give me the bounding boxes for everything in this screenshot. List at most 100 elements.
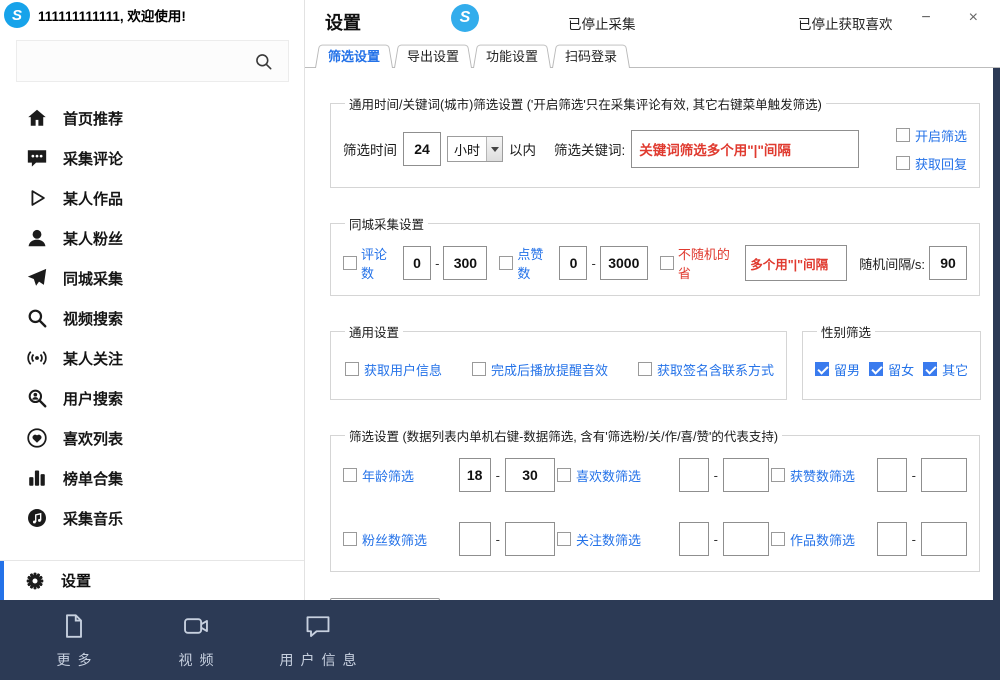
- fieldset-legend: 同城采集设置: [345, 214, 428, 233]
- main-area: 设置 S 已停止采集 已停止获取喜欢 − × 筛选设置 导出设置 功能设置 扫码…: [305, 0, 1000, 600]
- fans-filter-group: 粉丝数筛选 -: [343, 522, 555, 556]
- range-dash: -: [912, 468, 916, 483]
- sidebar-item-collect-comments[interactable]: 采集评论: [0, 138, 304, 178]
- range-dash: -: [591, 256, 595, 271]
- get-user-info-option[interactable]: 获取用户信息: [345, 360, 442, 379]
- get-reply-option[interactable]: 获取回复: [896, 154, 967, 173]
- play-sound-checkbox[interactable]: [472, 362, 486, 376]
- signature-contact-checkbox[interactable]: [638, 362, 652, 376]
- province-input[interactable]: [745, 245, 847, 281]
- chart-icon: [26, 467, 48, 489]
- play-sound-option[interactable]: 完成后播放提醒音效: [472, 360, 608, 379]
- comment-max-input[interactable]: [443, 246, 487, 280]
- sidebar-item-rankings[interactable]: 榜单合集: [0, 458, 304, 498]
- close-button[interactable]: ×: [965, 8, 982, 28]
- other-gender-checkbox[interactable]: [923, 362, 937, 376]
- like-max-input[interactable]: [600, 246, 648, 280]
- get-reply-checkbox[interactable]: [896, 156, 910, 170]
- minimize-button[interactable]: −: [917, 8, 934, 28]
- sidebar-menu: 首页推荐 采集评论 某人作品 某人粉丝 同城采集 视频搜索: [0, 88, 304, 560]
- sidebar-item-city-collect[interactable]: 同城采集: [0, 258, 304, 298]
- enable-filter-option[interactable]: 开启筛选: [896, 126, 967, 145]
- works-max-input[interactable]: [921, 522, 967, 556]
- gender-filter-fieldset: 性别筛选 留男 留女 其它: [802, 322, 981, 400]
- works-filter-group: 作品数筛选 -: [771, 522, 967, 556]
- sidebar-item-user-follows[interactable]: 某人关注: [0, 338, 304, 378]
- search-icon[interactable]: [252, 50, 274, 72]
- sidebar-item-likes-list[interactable]: 喜欢列表: [0, 418, 304, 458]
- random-interval-label: 随机间隔/s:: [859, 254, 925, 273]
- keep-female-checkbox[interactable]: [869, 362, 883, 376]
- search-icon: [26, 307, 48, 329]
- age-max-input[interactable]: [505, 458, 555, 492]
- keep-male-option[interactable]: 留男: [815, 360, 860, 379]
- toolbar-item-video[interactable]: 视频: [158, 612, 234, 670]
- sidebar-item-collect-music[interactable]: 采集音乐: [0, 498, 304, 538]
- age-filter-checkbox[interactable]: [343, 468, 357, 482]
- search-input[interactable]: [16, 40, 289, 82]
- tab-function-settings[interactable]: 功能设置: [473, 42, 551, 68]
- likes-min-input[interactable]: [679, 458, 709, 492]
- follow-max-input[interactable]: [723, 522, 769, 556]
- like-count-checkbox[interactable]: [499, 256, 513, 270]
- comment-min-input[interactable]: [403, 246, 431, 280]
- gear-icon: [24, 570, 46, 592]
- works-filter-checkbox[interactable]: [771, 532, 785, 546]
- fans-min-input[interactable]: [459, 522, 491, 556]
- enable-filter-checkbox[interactable]: [896, 128, 910, 142]
- sidebar-item-video-search[interactable]: 视频搜索: [0, 298, 304, 338]
- tab-qr-login[interactable]: 扫码登录: [552, 42, 630, 68]
- tab-export-settings[interactable]: 导出设置: [394, 42, 472, 68]
- sidebar-item-label: 榜单合集: [63, 468, 123, 489]
- get-user-info-checkbox[interactable]: [345, 362, 359, 376]
- fixed-province-checkbox[interactable]: [660, 256, 674, 270]
- like-count-label: 点赞数: [517, 244, 555, 282]
- filter-time-input[interactable]: [403, 132, 441, 166]
- likes-filter-checkbox[interactable]: [557, 468, 571, 482]
- video-icon: [182, 612, 210, 645]
- chevron-down-icon[interactable]: [486, 137, 502, 161]
- keyword-filter-input[interactable]: [631, 130, 859, 168]
- sidebar-item-home-recommend[interactable]: 首页推荐: [0, 98, 304, 138]
- sidebar-item-label: 首页推荐: [63, 108, 123, 129]
- fans-max-input[interactable]: [505, 522, 555, 556]
- received-max-input[interactable]: [921, 458, 967, 492]
- sidebar-item-label: 某人粉丝: [63, 228, 123, 249]
- user-search-icon: [26, 387, 48, 409]
- signature-contact-option[interactable]: 获取签名含联系方式: [638, 360, 774, 379]
- other-gender-option[interactable]: 其它: [923, 360, 968, 379]
- random-interval-input[interactable]: [929, 246, 967, 280]
- keep-male-checkbox[interactable]: [815, 362, 829, 376]
- titlebar-left: S 111111111111, 欢迎使用!: [0, 0, 304, 30]
- time-unit-select[interactable]: 小时: [447, 136, 503, 162]
- toolbar-item-user-info[interactable]: 用户信息: [280, 612, 356, 670]
- age-filter-group: 年龄筛选 -: [343, 458, 555, 492]
- age-min-input[interactable]: [459, 458, 491, 492]
- received-min-input[interactable]: [877, 458, 907, 492]
- sidebar-item-user-search[interactable]: 用户搜索: [0, 378, 304, 418]
- keep-female-option[interactable]: 留女: [869, 360, 914, 379]
- fans-filter-checkbox[interactable]: [343, 532, 357, 546]
- likes-status-text: 已停止获取喜欢: [798, 13, 893, 33]
- sidebar-item-settings[interactable]: 设置: [0, 560, 304, 600]
- tab-filter-settings[interactable]: 筛选设置: [315, 42, 393, 68]
- likes-max-input[interactable]: [723, 458, 769, 492]
- sidebar-item-user-works[interactable]: 某人作品: [0, 178, 304, 218]
- sidebar-item-user-fans[interactable]: 某人粉丝: [0, 218, 304, 258]
- comment-count-checkbox[interactable]: [343, 256, 357, 270]
- toolbar-item-more[interactable]: 更多: [36, 612, 112, 670]
- follow-min-input[interactable]: [679, 522, 709, 556]
- panel-footer: 恢复默认设置 已是最新版本: [330, 598, 980, 600]
- fieldset-legend: 筛选设置 (数据列表内单机右键-数据筛选, 含有'筛选粉/关/作/喜/赞'的代表…: [345, 426, 782, 445]
- file-icon: [60, 612, 88, 645]
- received-likes-filter-checkbox[interactable]: [771, 468, 785, 482]
- like-min-input[interactable]: [559, 246, 587, 280]
- received-likes-filter-group: 获赞数筛选 -: [771, 458, 967, 492]
- data-filter-fieldset: 筛选设置 (数据列表内单机右键-数据筛选, 含有'筛选粉/关/作/喜/赞'的代表…: [330, 426, 980, 572]
- range-dash: -: [714, 468, 718, 483]
- scrollbar[interactable]: [993, 68, 1000, 600]
- window-controls: − ×: [917, 8, 982, 28]
- works-min-input[interactable]: [877, 522, 907, 556]
- restore-defaults-button[interactable]: 恢复默认设置: [330, 598, 440, 600]
- follow-filter-checkbox[interactable]: [557, 532, 571, 546]
